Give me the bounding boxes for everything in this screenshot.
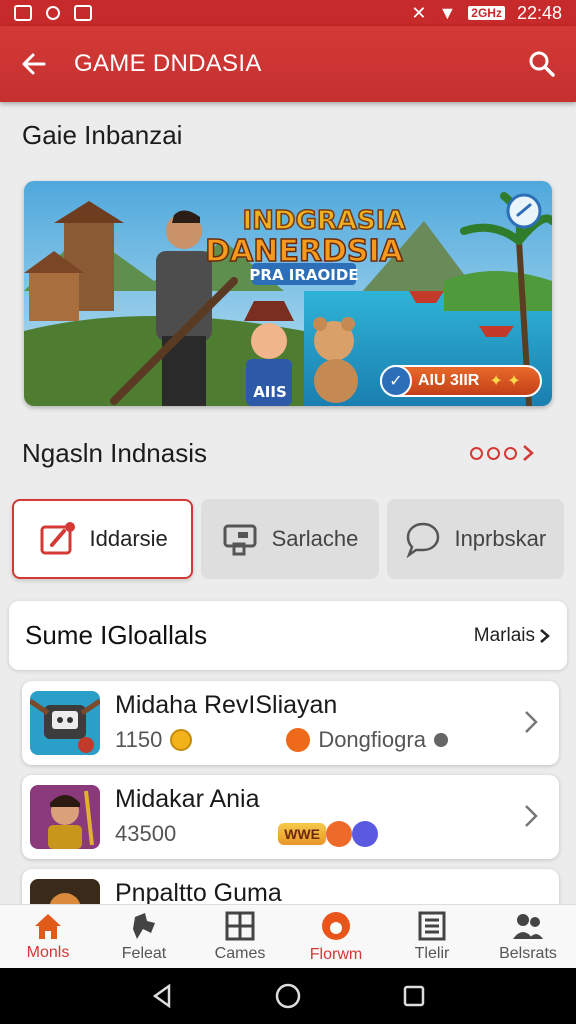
game-list-item[interactable]: Midaha RevISliayan 1150 Dongfiogra [22,681,559,765]
list-header-more-button[interactable]: Marlais [474,625,551,647]
calendar-edit-icon [40,522,75,555]
banner-cta-star-icon: ✦ ✦ [489,373,521,390]
chevron-right-icon [540,628,550,643]
network-badge: 2GHz [468,6,505,20]
nav-label: Cames [214,944,266,962]
back-triangle-icon[interactable] [149,983,175,1009]
nav-label: Feleat [121,944,167,962]
game-meta: 43500 WWE [115,821,378,847]
image-notification-icon [14,5,32,21]
game-name: Midaha RevISliayan [115,691,338,719]
nav-label: Tlelir [414,944,450,962]
category-tab-iddarsie[interactable]: Iddarsie [12,499,194,579]
orange-badge-icon [325,821,352,847]
search-icon[interactable] [528,50,556,78]
system-navigation-bar [0,968,576,1024]
status-time: 22:48 [516,2,562,23]
home-circle-icon[interactable] [274,982,302,1010]
category-label: Iddarsie [89,526,168,551]
featured-banner[interactable]: INDGRASIA DANERDSIA PRA IRAOIDE AIIS ✓ A… [24,181,552,406]
game-count: 43500 [115,821,177,846]
game-tag: Dongfiogra [318,727,426,752]
list-header: Sume IGloallals Marlais [9,601,567,670]
section2-more-button[interactable] [470,444,535,462]
nav-item-belsrats[interactable]: Belsrats [480,905,576,968]
nav-item-cames[interactable]: Cames [192,905,288,968]
nav-item-tlelir[interactable]: Tlelir [384,905,480,968]
category-tab-inprbskar[interactable]: Inprbskar [386,499,564,579]
app-notification-icon [74,5,92,21]
location-icon [46,6,60,20]
pager-dot-icon [470,446,483,460]
flame-icon [322,911,350,940]
chevron-right-icon [525,711,538,733]
puzzle-icon [133,912,155,939]
nav-item-feleat[interactable]: Feleat [96,905,192,968]
wifi-icon: ▼ [438,2,457,23]
game-thumbnail [30,785,100,849]
category-label: Inprbskar [454,526,547,551]
category-tab-sarlache[interactable]: Sarlache [201,499,379,579]
flame-badge-icon [286,728,311,752]
game-list-item[interactable]: Midakar Ania 43500 WWE [22,775,559,859]
people-icon [513,913,543,939]
game-thumbnail [30,691,100,755]
more-label: Marlais [473,624,535,646]
grid-icon [225,911,255,940]
card-icon [223,524,257,556]
section2-title: Ngasln Indnasis [22,438,207,468]
nav-item-florwm[interactable]: Florwm [288,905,384,968]
list-icon [418,911,446,940]
game-badge: WWE [276,821,328,847]
messenger-icon [351,821,378,847]
app-title: GAME DNDASIA [74,50,262,77]
banner-cta-label: AIU 3IIR [418,372,480,389]
nav-label: Belsrats [499,944,557,962]
pager-dot-icon [487,446,500,460]
chevron-right-icon [523,445,534,461]
game-count: 1150 [115,727,163,752]
banner-title-line1: INDGRASIA [242,206,405,236]
coin-icon [170,729,193,751]
banner-subtitle: PRA IRAOIDE [249,266,358,284]
chevron-right-icon [525,805,538,827]
game-name: Midakar Ania [115,785,260,813]
nav-item-monls[interactable]: Monls [0,905,96,968]
banner-cta-check-icon: ✓ [380,365,412,397]
category-label: Sarlache [271,526,359,551]
featured-section-title: Gaie Inbanzai [22,120,183,150]
game-meta: 1150 Dongfiogra [115,727,448,753]
banner-cta-button[interactable]: ✓ AIU 3IIR ✦ ✦ [380,365,542,397]
category-tabs: Iddarsie Sarlache Inprbskar [12,499,564,579]
recents-square-icon[interactable] [401,983,427,1009]
home-icon [35,913,61,939]
mute-icon: ✕ [411,2,427,23]
banner-badge-label: AIIS [253,383,287,401]
pin-icon [433,733,448,747]
nav-label: Florwm [309,945,363,963]
list-header-title: Sume IGloallals [25,620,208,650]
bottom-navigation: Monls Feleat Cames Florwm Tlelir Belsrat… [0,904,576,968]
pager-dot-icon [504,446,517,460]
nav-label: Monls [26,943,70,961]
status-bar: ✕ ▼ 2GHz 22:48 [0,0,576,26]
app-bar: GAME DNDASIA [0,26,576,102]
chat-icon [406,522,440,558]
back-arrow-icon[interactable] [20,50,48,78]
